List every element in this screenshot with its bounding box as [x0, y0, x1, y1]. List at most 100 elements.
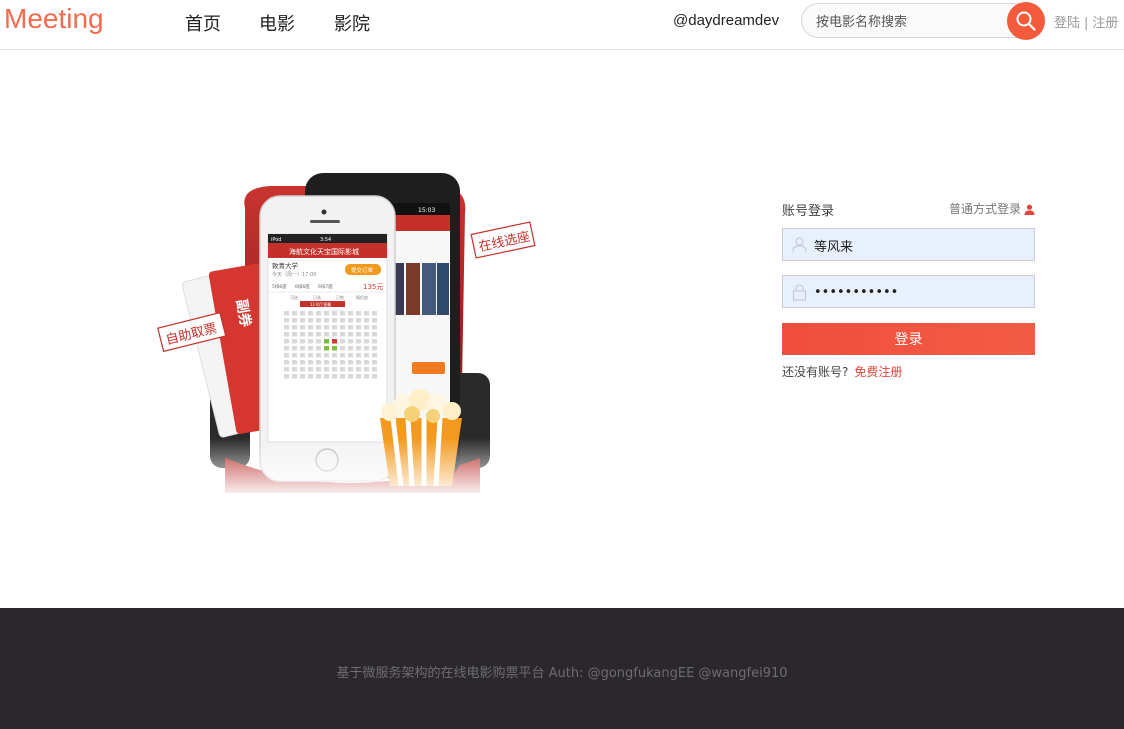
seat [308, 353, 313, 358]
seat [300, 339, 305, 344]
free-register-link[interactable]: 免费注册 [854, 365, 902, 379]
seat [284, 318, 289, 323]
lock-icon [792, 284, 807, 301]
seat [364, 367, 369, 372]
seat [292, 353, 297, 358]
seat [292, 318, 297, 323]
iphone-carrier: iPod [271, 237, 281, 243]
alt-login-link[interactable]: 普通方式登录 [949, 200, 1035, 217]
seat [316, 346, 321, 351]
seat [300, 353, 305, 358]
seat [332, 332, 337, 337]
seat [308, 360, 313, 365]
seat [356, 325, 361, 330]
user-handle[interactable]: @daydreamdev [673, 12, 779, 29]
search-input[interactable] [814, 10, 1008, 34]
seat [308, 318, 313, 323]
seat [308, 325, 313, 330]
seat [308, 339, 313, 344]
iphone-price: 135元 [363, 283, 383, 291]
seat [332, 360, 337, 365]
android-time: 15:03 [418, 207, 435, 214]
auth-separator: | [1084, 16, 1089, 31]
select-seat-tag: 在线选座 [470, 221, 536, 259]
seat [308, 346, 313, 351]
search-icon [1016, 11, 1036, 31]
seat [284, 325, 289, 330]
username-input[interactable] [812, 234, 1026, 256]
seat [300, 325, 305, 330]
search-button[interactable] [1007, 2, 1045, 40]
seat [308, 367, 313, 372]
seat [324, 339, 329, 344]
nav-movies[interactable]: 电影 [259, 10, 295, 36]
seat [316, 339, 321, 344]
seat [340, 367, 345, 372]
password-input[interactable] [812, 281, 1026, 303]
seat [324, 367, 329, 372]
seat [372, 367, 377, 372]
seat [332, 353, 337, 358]
seat [356, 318, 361, 323]
seat [300, 311, 305, 316]
seat [340, 332, 345, 337]
no-account-text: 还没有账号? [782, 365, 849, 379]
seat [316, 374, 321, 379]
seat [324, 318, 329, 323]
seat [316, 353, 321, 358]
seat [340, 311, 345, 316]
seat [292, 360, 297, 365]
seat [372, 332, 377, 337]
seat [332, 325, 337, 330]
username-field [782, 228, 1035, 261]
iphone-screen-label: 11号厅银幕 [310, 301, 331, 307]
seat [300, 332, 305, 337]
seat [324, 374, 329, 379]
seat [356, 353, 361, 358]
app-promo-illustration: 副券 15:03 iPod 3:54 海航文化天宝国际影城 致青大学 今天（周一… [150, 173, 545, 498]
iphone-seat-tab-2: 6排6座 [295, 283, 310, 290]
login-submit-button[interactable]: 登录 [782, 323, 1035, 355]
seat [284, 353, 289, 358]
seat [292, 311, 297, 316]
seat [324, 346, 329, 351]
seat [300, 346, 305, 351]
seat [348, 346, 353, 351]
user-outline-icon [792, 237, 807, 252]
seat [348, 325, 353, 330]
seat [340, 374, 345, 379]
site-logo[interactable]: Meeting [4, 3, 104, 35]
nav-home[interactable]: 首页 [185, 10, 221, 36]
seat [284, 374, 289, 379]
seat [292, 367, 297, 372]
seat [348, 339, 353, 344]
nav-cinemas[interactable]: 影院 [334, 10, 370, 36]
iphone-legend-selected: 已选 [313, 294, 321, 300]
seat [308, 374, 313, 379]
seat [332, 367, 337, 372]
login-header: 账号登录 普通方式登录 [782, 200, 1035, 220]
seat [324, 311, 329, 316]
seat [356, 346, 361, 351]
seat [300, 374, 305, 379]
login-link[interactable]: 登陆 [1054, 16, 1080, 31]
seat [364, 374, 369, 379]
seat [316, 367, 321, 372]
seat [364, 311, 369, 316]
seat [356, 360, 361, 365]
seat [324, 353, 329, 358]
seat [340, 346, 345, 351]
seat [372, 339, 377, 344]
seat [356, 374, 361, 379]
seat [372, 325, 377, 330]
login-panel: 账号登录 普通方式登录 登录 还没有账号? 免费注册 [782, 200, 1035, 379]
register-link-header[interactable]: 注册 [1092, 16, 1118, 31]
seat [348, 311, 353, 316]
seat [348, 367, 353, 372]
seat [340, 360, 345, 365]
seat [340, 353, 345, 358]
seat [356, 311, 361, 316]
seat [284, 332, 289, 337]
seat [316, 311, 321, 316]
seat [316, 325, 321, 330]
